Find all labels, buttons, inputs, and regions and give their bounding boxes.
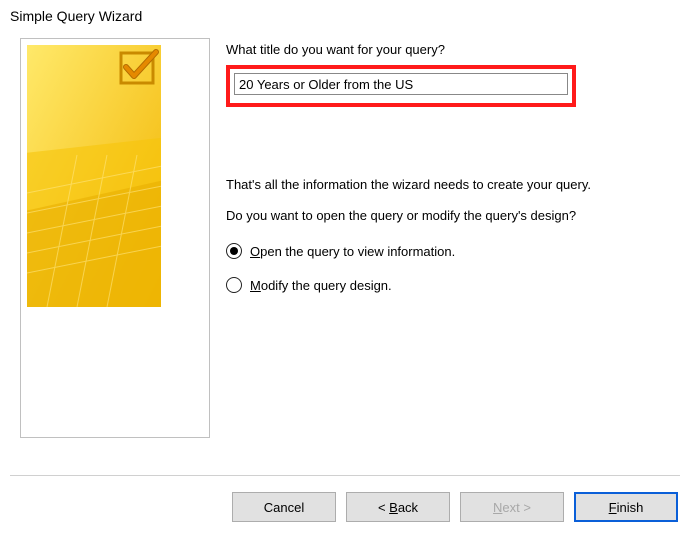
separator-line (10, 475, 680, 476)
radio-modify-design[interactable]: Modify the query design. (226, 277, 660, 293)
back-button[interactable]: < Back (346, 492, 450, 522)
finish-button-label: Finish (609, 500, 644, 515)
radio-open-label: Open the query to view information. (250, 244, 455, 259)
back-button-label: < Back (378, 500, 418, 515)
wizard-image-panel (10, 38, 218, 448)
wizard-button-row: Cancel < Back Next > Finish (0, 492, 680, 522)
cancel-button-label: Cancel (264, 500, 304, 515)
query-title-input[interactable] (234, 73, 568, 95)
radio-open-query[interactable]: Open the query to view information. (226, 243, 660, 259)
content-area: What title do you want for your query? T… (0, 38, 680, 448)
radio-unselected-icon (226, 277, 242, 293)
wizard-complete-text: That's all the information the wizard ne… (226, 177, 636, 192)
simple-query-wizard-dialog: Simple Query Wizard (0, 0, 680, 534)
next-button: Next > (460, 492, 564, 522)
radio-modify-label: Modify the query design. (250, 278, 392, 293)
wizard-illustration (20, 38, 210, 438)
finish-button[interactable]: Finish (574, 492, 678, 522)
open-or-modify-prompt: Do you want to open the query or modify … (226, 208, 656, 223)
cancel-button[interactable]: Cancel (232, 492, 336, 522)
checkmark-illustration-icon (27, 45, 161, 307)
next-button-label: Next > (493, 500, 531, 515)
title-input-highlight (226, 65, 576, 107)
radio-selected-icon (226, 243, 242, 259)
dialog-title: Simple Query Wizard (0, 0, 680, 38)
title-prompt-label: What title do you want for your query? (226, 42, 660, 57)
wizard-right-panel: What title do you want for your query? T… (218, 38, 680, 448)
